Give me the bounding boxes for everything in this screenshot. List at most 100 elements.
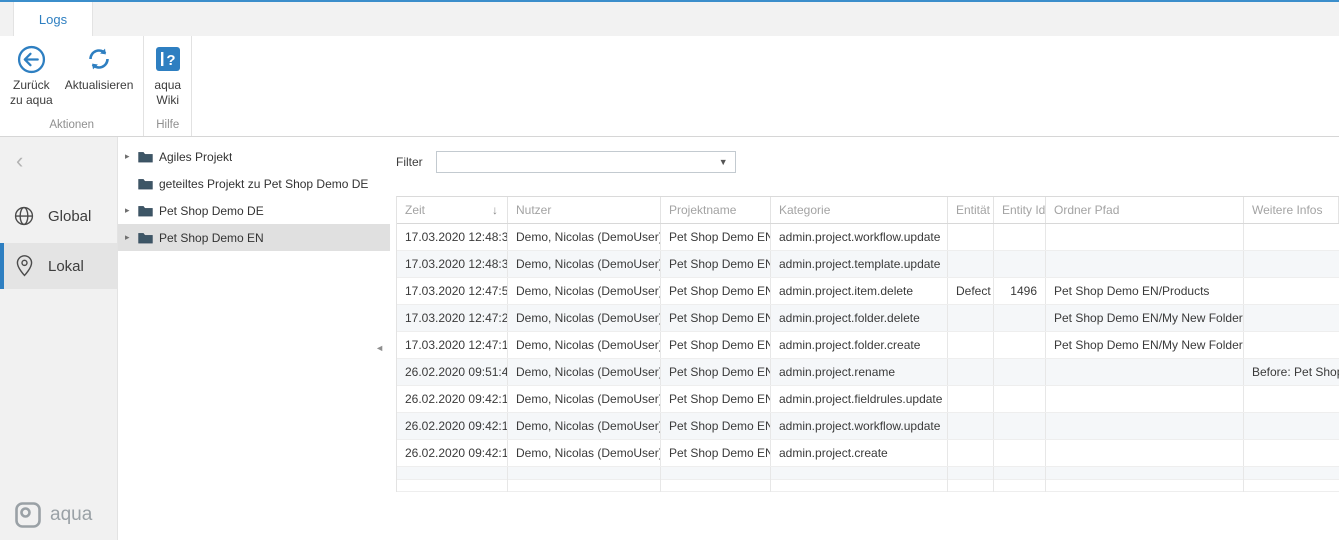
cell-kategorie: admin.project.folder.delete: [771, 305, 948, 331]
cell-entity-id: [994, 305, 1046, 331]
aqua-logo: aqua: [15, 502, 92, 528]
cell-weitere-infos: [1244, 386, 1339, 412]
table-row[interactable]: 26.02.2020 09:51:41Demo, Nicolas (DemoUs…: [397, 359, 1339, 386]
cell-weitere-infos: [1244, 305, 1339, 331]
expand-chevron-icon[interactable]: ▸: [125, 232, 138, 243]
cell-zeit: 17.03.2020 12:47:26: [397, 305, 508, 331]
column-header-entity-id[interactable]: Entity Id: [994, 197, 1046, 223]
table-row[interactable]: 17.03.2020 12:47:15Demo, Nicolas (DemoUs…: [397, 332, 1339, 359]
cell-ordner-pfad: Pet Shop Demo EN/My New Folder: [1046, 332, 1244, 358]
tree-item-agiles-projekt[interactable]: ▸Agiles Projekt: [118, 143, 390, 170]
column-header-ordner-pfad[interactable]: Ordner Pfad: [1046, 197, 1244, 223]
column-header-entit-t[interactable]: Entität: [948, 197, 994, 223]
column-header-kategorie[interactable]: Kategorie: [771, 197, 948, 223]
cell-weitere-infos: [1244, 278, 1339, 304]
empty-cell: [1046, 480, 1244, 492]
cell-weitere-infos: [1244, 440, 1339, 466]
sidebar: ‹ Global Lokal aqua: [0, 137, 118, 540]
cell-nutzer: Demo, Nicolas (DemoUser): [508, 332, 661, 358]
cell-entit-t: Defect: [948, 278, 994, 304]
cell-projektname: Pet Shop Demo EN: [661, 413, 771, 439]
chevron-down-icon[interactable]: ▼: [719, 157, 728, 167]
cell-entit-t: [948, 251, 994, 277]
tree-collapse-handle[interactable]: ◄: [375, 343, 384, 353]
cell-entit-t: [948, 440, 994, 466]
cell-weitere-infos: [1244, 224, 1339, 250]
table-row[interactable]: 26.02.2020 09:42:13Demo, Nicolas (DemoUs…: [397, 413, 1339, 440]
cell-ordner-pfad: [1046, 413, 1244, 439]
filter-combobox[interactable]: ▼: [436, 151, 736, 173]
cell-entit-t: [948, 305, 994, 331]
cell-entit-t: [948, 224, 994, 250]
sidebar-item-lokal[interactable]: Lokal: [0, 243, 117, 289]
cell-entit-t: [948, 413, 994, 439]
empty-row: [397, 480, 1339, 492]
column-header-zeit[interactable]: Zeit↓: [397, 197, 508, 223]
cell-zeit: 17.03.2020 12:47:56: [397, 278, 508, 304]
cell-projektname: Pet Shop Demo EN: [661, 386, 771, 412]
aqua-logo-icon: [15, 502, 41, 528]
table-row[interactable]: 26.02.2020 09:42:13Demo, Nicolas (DemoUs…: [397, 386, 1339, 413]
tree-item-pet-shop-demo-de[interactable]: ▸Pet Shop Demo DE: [118, 197, 390, 224]
cell-nutzer: Demo, Nicolas (DemoUser): [508, 440, 661, 466]
empty-cell: [771, 467, 948, 480]
empty-cell: [661, 467, 771, 480]
cell-ordner-pfad: Pet Shop Demo EN/My New Folder: [1046, 305, 1244, 331]
cell-nutzer: Demo, Nicolas (DemoUser): [508, 359, 661, 385]
column-header-nutzer[interactable]: Nutzer: [508, 197, 661, 223]
cell-entit-t: [948, 332, 994, 358]
folder-icon: [138, 178, 153, 190]
expand-chevron-icon[interactable]: ▸: [125, 205, 138, 216]
cell-projektname: Pet Shop Demo EN: [661, 440, 771, 466]
ribbon-group-aktionen: Zurück zu aqua Aktualisieren Aktionen: [0, 36, 144, 136]
empty-row: [397, 467, 1339, 480]
cell-nutzer: Demo, Nicolas (DemoUser): [508, 251, 661, 277]
cell-projektname: Pet Shop Demo EN: [661, 224, 771, 250]
table-row[interactable]: 17.03.2020 12:47:26Demo, Nicolas (DemoUs…: [397, 305, 1339, 332]
tree-item-geteiltes-projekt-zu-pet-shop-demo-de[interactable]: geteiltes Projekt zu Pet Shop Demo DE: [118, 170, 390, 197]
back-to-aqua-button[interactable]: Zurück zu aqua: [4, 40, 59, 112]
folder-icon: [138, 151, 153, 163]
logs-table-header: Zeit↓NutzerProjektname Kategorie Entität En…: [397, 197, 1339, 224]
cell-projektname: Pet Shop Demo EN: [661, 278, 771, 304]
empty-cell: [1244, 467, 1339, 480]
expand-chevron-icon[interactable]: ▸: [125, 151, 138, 162]
table-row[interactable]: 17.03.2020 12:48:34Demo, Nicolas (DemoUs…: [397, 251, 1339, 278]
back-to-aqua-label: Zurück zu aqua: [10, 78, 53, 108]
column-header-label: Kategorie: [779, 203, 830, 217]
empty-cell: [397, 480, 508, 492]
empty-cell: [1244, 480, 1339, 492]
sidebar-item-global[interactable]: Global: [0, 193, 117, 239]
empty-cell: [771, 480, 948, 492]
column-header-projektname[interactable]: Projektname: [661, 197, 771, 223]
cell-weitere-infos: Before: Pet Shop: [1244, 359, 1339, 385]
sidebar-item-label: Lokal: [48, 258, 84, 275]
sidebar-item-label: Global: [48, 208, 91, 225]
cell-zeit: 17.03.2020 12:48:34: [397, 251, 508, 277]
aqua-wiki-button[interactable]: ? aqua Wiki: [148, 40, 187, 112]
app-window: Logs Zurück zu aqua Aktualisieren Aktion…: [0, 0, 1339, 540]
cell-ordner-pfad: [1046, 224, 1244, 250]
cell-ordner-pfad: [1046, 359, 1244, 385]
column-header-label: Entity Id: [1002, 203, 1045, 217]
table-row[interactable]: 17.03.2020 12:48:34Demo, Nicolas (DemoUs…: [397, 224, 1339, 251]
tab-logs[interactable]: Logs: [13, 2, 93, 36]
cell-projektname: Pet Shop Demo EN: [661, 359, 771, 385]
empty-cell: [948, 480, 994, 492]
ribbon-group-hilfe: ? aqua Wiki Hilfe: [144, 36, 192, 136]
sidebar-nav: Global Lokal: [0, 193, 117, 289]
sidebar-collapse-button[interactable]: ‹: [16, 149, 38, 175]
column-header-label: Weitere Infos: [1252, 203, 1322, 217]
cell-kategorie: admin.project.workflow.update: [771, 224, 948, 250]
tree-item-pet-shop-demo-en[interactable]: ▸Pet Shop Demo EN: [118, 224, 390, 251]
empty-cell: [948, 467, 994, 480]
cell-ordner-pfad: [1046, 386, 1244, 412]
refresh-label: Aktualisieren: [65, 78, 134, 93]
cell-entity-id: [994, 332, 1046, 358]
tree-item-label: geteiltes Projekt zu Pet Shop Demo DE: [159, 177, 368, 191]
table-row[interactable]: 17.03.2020 12:47:56Demo, Nicolas (DemoUs…: [397, 278, 1339, 305]
table-row[interactable]: 26.02.2020 09:42:12Demo, Nicolas (DemoUs…: [397, 440, 1339, 467]
refresh-button[interactable]: Aktualisieren: [59, 40, 140, 97]
column-header-weitere-infos[interactable]: Weitere Infos: [1244, 197, 1339, 223]
aqua-logo-text: aqua: [50, 504, 92, 526]
